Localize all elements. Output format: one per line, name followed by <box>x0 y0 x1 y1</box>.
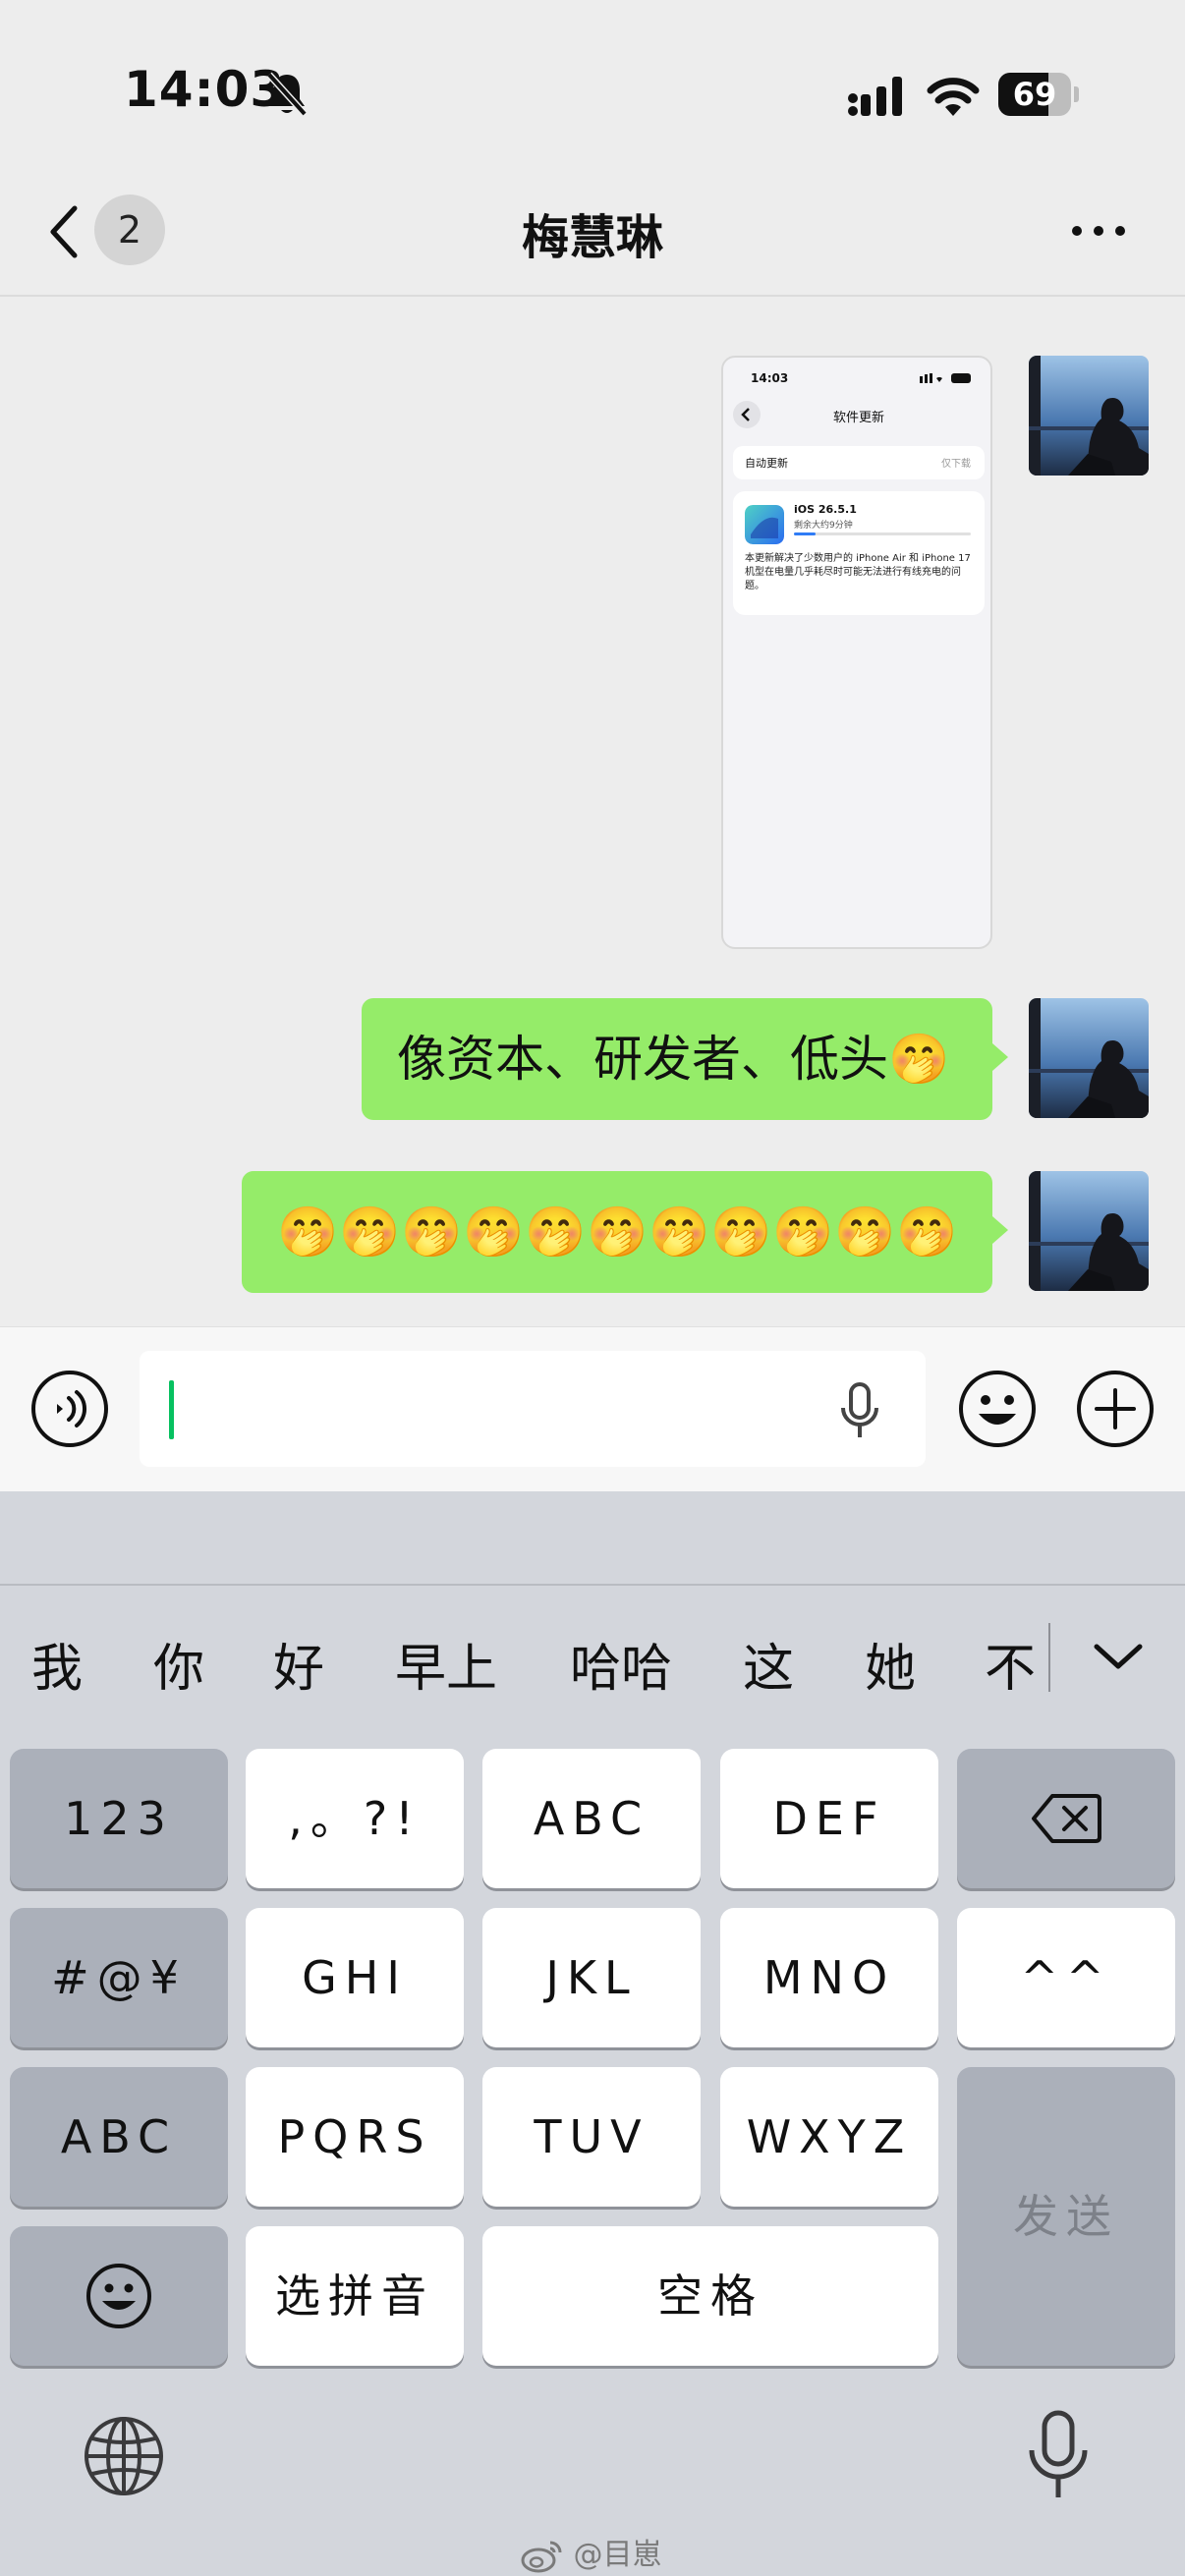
weibo-icon <box>521 2541 562 2572</box>
plus-icon[interactable] <box>1075 1369 1156 1449</box>
wifi-icon <box>927 78 980 116</box>
text-cursor <box>169 1380 174 1439</box>
screenshot-version: iOS 26.5.1 <box>794 503 857 516</box>
key-123[interactable]: 123 <box>10 1749 228 1888</box>
screenshot-auto-update-row: 自动更新 仅下载 <box>733 446 985 479</box>
message-input[interactable] <box>140 1351 926 1467</box>
candidate-word[interactable]: 哈哈 <box>570 1627 672 1701</box>
image-message[interactable]: 14:03 软件更新 自动更新 仅下载 iOS 26.5.1 剩余大约9分钟 本… <box>721 356 992 949</box>
key-ghi[interactable]: GHI <box>246 1908 464 2047</box>
candidate-word[interactable]: 我 <box>31 1627 83 1701</box>
unread-count-badge[interactable]: 2 <box>94 195 165 265</box>
screenshot-progress-bar <box>794 532 971 535</box>
emoji-keyboard-key[interactable] <box>10 2226 228 2366</box>
screenshot-status-icons <box>920 373 971 383</box>
battery-percent: 69 <box>1012 76 1057 113</box>
space-key[interactable]: 空格 <box>482 2226 938 2366</box>
battery-indicator: 69 <box>998 73 1079 116</box>
emoji-glyph: 🤭 <box>772 1204 834 1260</box>
delete-icon <box>1032 1794 1101 1843</box>
emoji-glyph: 🤭 <box>463 1204 525 1260</box>
candidate-bar: 我 你 好 早上 哈哈 这 她 不 <box>0 1588 1185 1725</box>
keyboard-toolbar <box>0 1491 1185 1586</box>
delete-key[interactable] <box>957 1749 1175 1888</box>
key-tuv[interactable]: TUV <box>482 2067 701 2207</box>
candidate-word[interactable]: 早上 <box>395 1627 497 1701</box>
screenshot-auto-update-label: 自动更新 <box>745 457 788 470</box>
globe-icon[interactable] <box>83 2415 165 2497</box>
send-button[interactable]: 发送 <box>957 2067 1175 2366</box>
emoji-glyph: 🤭 <box>525 1204 587 1260</box>
key-jkl[interactable]: JKL <box>482 1908 701 2047</box>
candidate-divider <box>1048 1623 1050 1692</box>
emoji-glyph: 🤭 <box>896 1204 958 1260</box>
message-input-bar <box>0 1326 1185 1491</box>
screenshot-title: 软件更新 <box>832 411 884 425</box>
emoji-glyph: 🤭 <box>277 1204 339 1260</box>
candidate-word[interactable]: 这 <box>743 1627 794 1701</box>
emoji-glyph: 🤭 <box>339 1204 401 1260</box>
voice-icon[interactable] <box>29 1369 110 1449</box>
key-mno[interactable]: MNO <box>720 1908 938 2047</box>
key-abc[interactable]: ABC <box>482 1749 701 1888</box>
candidate-word[interactable]: 好 <box>273 1627 324 1701</box>
avatar[interactable] <box>1029 998 1149 1118</box>
emoji-glyph: 🤭 <box>710 1204 772 1260</box>
emoji-glyph: 🤭 <box>649 1204 710 1260</box>
watermark: @目崽 <box>521 2530 662 2574</box>
avatar[interactable] <box>1029 356 1149 476</box>
status-time: 14:03 <box>124 61 286 118</box>
key-abc-mode[interactable]: ABC <box>10 2067 228 2207</box>
status-bar: 14:03 69 <box>0 0 1185 177</box>
emoji-icon[interactable] <box>957 1369 1038 1449</box>
avatar[interactable] <box>1029 1171 1149 1291</box>
candidate-word[interactable]: 你 <box>153 1627 204 1701</box>
signal-icon <box>848 77 902 116</box>
message-text: 像资本、研发者、低头🤭 <box>397 1031 950 1088</box>
screenshot-time: 14:03 <box>751 371 789 385</box>
emoji-glyph: 🤭 <box>401 1204 463 1260</box>
more-icon[interactable] <box>1069 216 1128 246</box>
screenshot-update-card: iOS 26.5.1 剩余大约9分钟 本更新解决了少数用户的 iPhone Ai… <box>733 491 985 615</box>
screenshot-remaining: 剩余大约9分钟 <box>794 521 853 531</box>
bell-slash-icon <box>266 72 308 117</box>
watermark-text: @目崽 <box>573 2538 662 2572</box>
key-punctuation[interactable]: ,。?! <box>246 1749 464 1888</box>
chevron-down-icon[interactable] <box>1091 1637 1146 1676</box>
back-icon[interactable] <box>43 202 83 261</box>
mic-icon[interactable] <box>1026 2409 1091 2503</box>
key-def[interactable]: DEF <box>720 1749 938 1888</box>
emoji-glyph: 🤭 <box>834 1204 896 1260</box>
emoji-glyph: 🤭 <box>587 1204 649 1260</box>
emoji-message-bubble[interactable]: 🤭 🤭 🤭 🤭 🤭 🤭 🤭 🤭 🤭 🤭 🤭 <box>242 1171 1008 1293</box>
key-wxyz[interactable]: WXYZ <box>720 2067 938 2207</box>
screenshot-progress-fill <box>794 532 816 535</box>
chat-title: 梅慧琳 <box>521 210 663 265</box>
ios-app-icon <box>745 505 784 544</box>
screenshot-description: 本更新解决了少数用户的 iPhone Air 和 iPhone 17 机型在电量… <box>745 553 971 591</box>
candidate-word[interactable]: 不 <box>985 1627 1036 1701</box>
mic-icon[interactable] <box>837 1382 882 1439</box>
screenshot-auto-update-value: 仅下载 <box>941 459 971 470</box>
chat-header: 2 梅慧琳 <box>0 177 1185 297</box>
key-emoticon[interactable]: ^^ <box>957 1908 1175 2047</box>
text-message-bubble[interactable]: 像资本、研发者、低头🤭 <box>362 998 1008 1120</box>
candidate-word[interactable]: 她 <box>865 1627 916 1701</box>
keyboard: 我 你 好 早上 哈哈 这 她 不 123 ,。?! ABC DEF #@¥ G… <box>0 1491 1185 2576</box>
key-select-pinyin[interactable]: 选拼音 <box>246 2226 464 2366</box>
key-symbols[interactable]: #@¥ <box>10 1908 228 2047</box>
key-pqrs[interactable]: PQRS <box>246 2067 464 2207</box>
smiley-icon <box>86 2264 151 2328</box>
